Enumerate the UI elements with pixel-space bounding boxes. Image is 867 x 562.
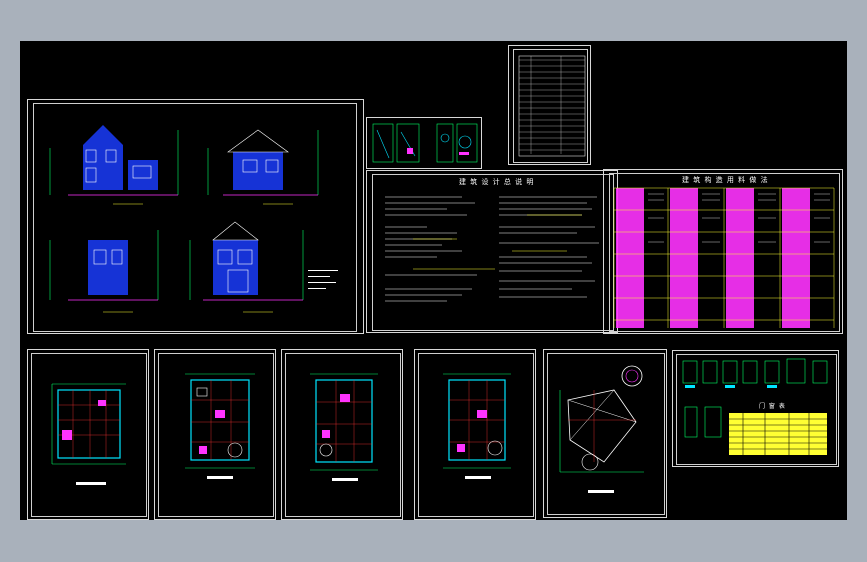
table-icon [682, 358, 828, 455]
elevation-drawing-icon [49, 125, 338, 313]
drawing-list-sheet[interactable] [508, 45, 591, 165]
table-icon [613, 187, 835, 328]
material-table-sheet[interactable]: 建 筑 构 造 用 料 做 法 [603, 169, 843, 334]
floor-plan-drawing-icon [443, 373, 511, 479]
table-icon [518, 55, 586, 157]
elevations-sheet[interactable] [27, 99, 364, 334]
floor-plan-drawing-icon [51, 383, 126, 485]
plan-sheet-2[interactable] [154, 349, 276, 520]
detail-drawing-icon [372, 123, 478, 163]
notes-text-icon [385, 196, 599, 302]
roof-plan-sheet[interactable] [543, 349, 667, 518]
floor-plan-drawing-icon [310, 373, 378, 481]
detail-sheet[interactable] [366, 117, 482, 169]
plan-sheet-4[interactable] [414, 349, 536, 520]
plan-sheet-1[interactable] [27, 349, 149, 520]
door-window-sheet[interactable]: 门 窗 表 [672, 350, 839, 467]
plan-sheet-3[interactable] [281, 349, 403, 520]
roof-plan-drawing-icon [559, 365, 644, 493]
design-notes-sheet[interactable]: 建 筑 设 计 总 说 明 [366, 170, 618, 333]
cad-model-space[interactable]: 建 筑 设 计 总 说 明 建 筑 构 造 用 料 做 法 门 窗 表 [20, 41, 847, 520]
floor-plan-drawing-icon [185, 373, 255, 479]
